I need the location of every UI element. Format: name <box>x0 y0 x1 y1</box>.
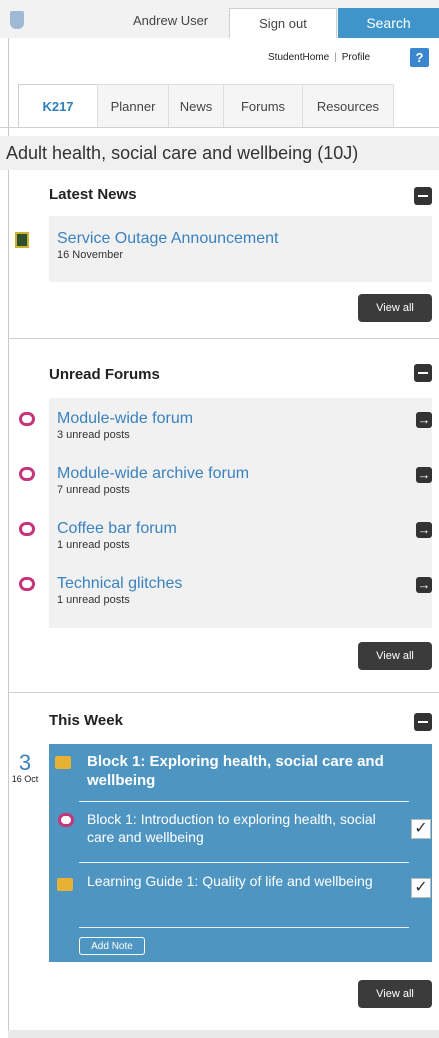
username: Andrew User <box>133 13 209 28</box>
this-week-title: This Week <box>49 712 123 729</box>
forum-item[interactable]: Module-wide archive forum 7 unread posts <box>57 465 249 496</box>
top-links: StudentHome | Profile <box>268 52 370 63</box>
week-block-title[interactable]: Block 1: Exploring health, social care a… <box>87 752 387 790</box>
add-note-button[interactable]: Add Note <box>79 937 145 955</box>
forum-icon <box>58 813 74 827</box>
forum-icon <box>19 577 35 591</box>
collapse-latest-news-icon[interactable] <box>414 187 432 205</box>
forum-icon <box>19 467 35 481</box>
news-icon <box>15 232 29 248</box>
news-item[interactable]: Service Outage Announcement 16 November <box>57 230 278 261</box>
arrow-right-icon[interactable]: → <box>416 577 432 593</box>
this-week-panel: Block 1: Exploring health, social care a… <box>49 744 432 962</box>
forum-item[interactable]: Coffee bar forum 1 unread posts <box>57 520 177 551</box>
week-number: 3 <box>18 750 32 775</box>
module-tabs: K217 Planner News Forums Resources <box>18 84 394 128</box>
week-block[interactable]: Block 1: Exploring health, social care a… <box>87 752 387 790</box>
book-icon <box>57 878 73 891</box>
week-activity[interactable]: Learning Guide 1: Quality of life and we… <box>87 872 387 890</box>
section-divider <box>8 338 439 339</box>
week-activity[interactable]: Block 1: Introduction to exploring healt… <box>87 810 387 846</box>
week-separator <box>79 862 409 863</box>
sign-out-button[interactable]: Sign out <box>229 8 337 38</box>
forum-item[interactable]: Technical glitches 1 unread posts <box>57 575 182 606</box>
module-title: Adult health, social care and wellbeing … <box>0 136 439 170</box>
latest-news-view-all-button[interactable]: View all <box>358 294 432 322</box>
forum-item-title[interactable]: Module-wide forum <box>57 410 193 428</box>
search-button[interactable]: Search <box>338 8 439 38</box>
forum-item-count: 1 unread posts <box>57 539 130 551</box>
news-item-date: 16 November <box>57 249 124 261</box>
week-separator <box>79 927 409 928</box>
section-divider <box>8 692 439 693</box>
forum-item-title[interactable]: Module-wide archive forum <box>57 465 249 483</box>
book-icon <box>55 756 71 769</box>
tab-news[interactable]: News <box>168 84 224 128</box>
tab-forums[interactable]: Forums <box>223 84 303 128</box>
arrow-right-icon[interactable]: → <box>416 467 432 483</box>
forum-item-title[interactable]: Coffee bar forum <box>57 520 177 538</box>
latest-news-panel: Service Outage Announcement 16 November <box>49 216 432 282</box>
week-start-date: 16 Oct <box>11 774 39 784</box>
collapse-this-week-icon[interactable] <box>414 713 432 731</box>
link-separator: | <box>334 52 337 63</box>
week-activity-title[interactable]: Learning Guide 1: Quality of life and we… <box>87 872 387 890</box>
profile-link[interactable]: Profile <box>342 52 370 63</box>
forum-item-count: 3 unread posts <box>57 429 130 441</box>
week-separator <box>79 801 409 802</box>
tab-resources[interactable]: Resources <box>302 84 394 128</box>
arrow-right-icon[interactable]: → <box>416 412 432 428</box>
bottom-bar <box>8 1030 439 1038</box>
forum-item-title[interactable]: Technical glitches <box>57 575 182 593</box>
forum-item-count: 1 unread posts <box>57 594 130 606</box>
tab-underline <box>0 127 439 128</box>
forum-item-count: 7 unread posts <box>57 484 130 496</box>
latest-news-title: Latest News <box>49 186 137 203</box>
unread-forums-panel: Module-wide forum 3 unread posts Module-… <box>49 398 432 628</box>
collapse-unread-forums-icon[interactable] <box>414 364 432 382</box>
unread-forums-view-all-button[interactable]: View all <box>358 642 432 670</box>
news-item-title[interactable]: Service Outage Announcement <box>57 230 278 248</box>
studenthome-link[interactable]: StudentHome <box>268 52 329 63</box>
forum-icon <box>19 412 35 426</box>
forum-item[interactable]: Module-wide forum 3 unread posts <box>57 410 193 441</box>
unread-forums-title: Unread Forums <box>49 366 160 383</box>
tab-k217[interactable]: K217 <box>18 84 98 128</box>
logo-icon[interactable] <box>10 11 24 29</box>
help-icon[interactable]: ? <box>410 48 429 67</box>
forum-icon <box>19 522 35 536</box>
tab-planner[interactable]: Planner <box>97 84 169 128</box>
this-week-view-all-button[interactable]: View all <box>358 980 432 1008</box>
arrow-right-icon[interactable]: → <box>416 522 432 538</box>
week-date: 3 16 Oct <box>11 750 39 785</box>
week-activity-title[interactable]: Block 1: Introduction to exploring healt… <box>87 810 387 846</box>
activity-checkbox[interactable]: ✓ <box>411 819 431 839</box>
activity-checkbox[interactable]: ✓ <box>411 878 431 898</box>
